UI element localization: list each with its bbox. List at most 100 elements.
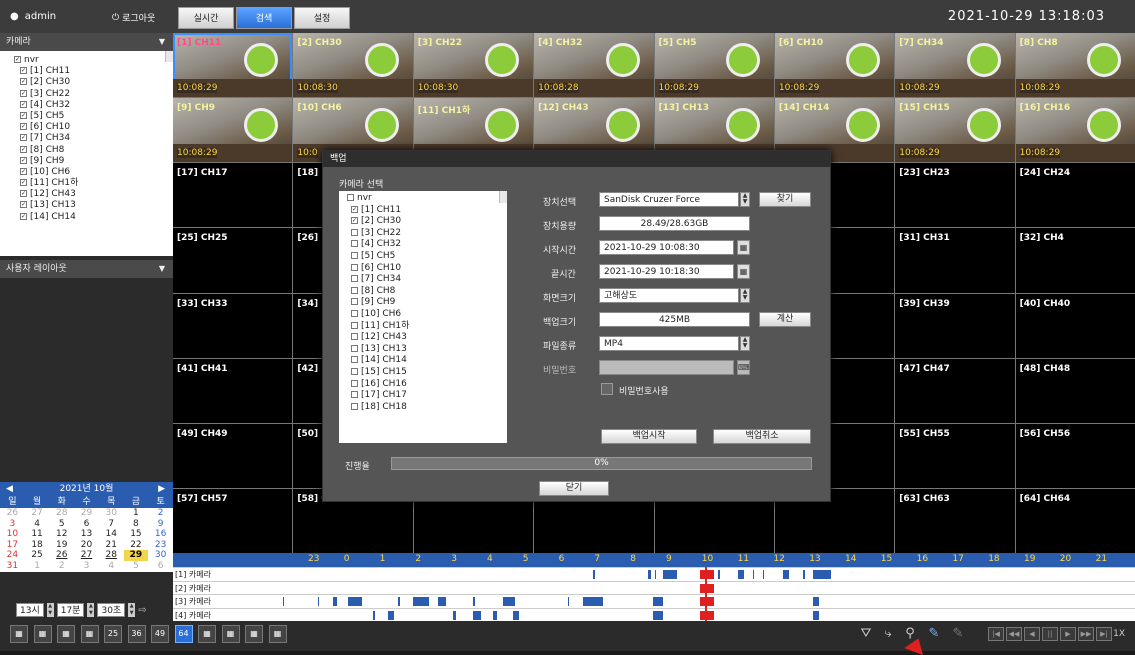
camera-cell[interactable]: [23] CH23 — [895, 163, 1015, 228]
camera-tree-item[interactable]: ✓ [8] CH8 — [14, 145, 173, 156]
camera-cell[interactable]: [2] CH30 10:08:30 — [293, 33, 413, 98]
checkbox-icon[interactable] — [351, 298, 358, 306]
backup-camera-item[interactable]: [7] CH34 — [347, 274, 507, 286]
calendar-day[interactable]: 1 — [25, 561, 50, 572]
calendar-day[interactable]: 11 — [25, 529, 50, 540]
checkbox-icon[interactable]: ✓ — [20, 134, 27, 142]
pause-icon[interactable]: || — [1042, 627, 1058, 641]
checkbox-icon[interactable] — [347, 194, 354, 201]
calendar-day[interactable]: 26 — [49, 550, 74, 561]
go-icon[interactable]: ⇨ — [138, 605, 146, 616]
hour-stepper[interactable]: ▲ ▼ — [46, 603, 54, 617]
calendar-icon[interactable]: ▦ — [737, 240, 750, 255]
rewind-icon[interactable]: ◀◀ — [1006, 627, 1022, 641]
calendar-day[interactable]: 27 — [74, 550, 99, 561]
backup-camera-item[interactable]: [9] CH9 — [347, 297, 507, 309]
camera-cell[interactable]: [6] CH10 10:08:29 — [774, 33, 895, 98]
calendar-day[interactable]: 5 — [124, 561, 149, 572]
backup-camera-item[interactable]: [10] CH6 — [347, 309, 507, 321]
checkbox-icon[interactable] — [351, 240, 358, 248]
camera-cell[interactable]: [64] CH64 — [1015, 488, 1135, 553]
minute-field[interactable]: 17분 — [56, 603, 85, 617]
camera-tree-item[interactable]: ✓ [12] CH43 — [14, 189, 173, 200]
camera-cell[interactable]: [41] CH41 — [173, 358, 293, 423]
camera-cell[interactable]: [8] CH8 10:08:29 — [1015, 33, 1135, 98]
checkbox-icon[interactable] — [351, 379, 358, 387]
calendar-icon[interactable]: ▦ — [737, 264, 750, 279]
camera-cell[interactable]: [33] CH33 — [173, 293, 293, 358]
calendar-day[interactable]: 24 — [0, 550, 25, 561]
collapse-icon[interactable]: ▼ — [159, 260, 165, 278]
checkbox-icon[interactable] — [351, 367, 358, 375]
checkbox-icon[interactable] — [351, 344, 358, 352]
find-button[interactable]: 찾기 — [759, 192, 811, 207]
calendar-day[interactable]: 5 — [49, 519, 74, 530]
camera-cell[interactable]: [47] CH47 — [895, 358, 1015, 423]
camera-cell[interactable]: [40] CH40 — [1015, 293, 1135, 358]
backup-camera-item[interactable]: ✓ [2] CH30 — [347, 216, 507, 228]
layout-button[interactable]: ▦ — [245, 625, 263, 643]
calendar-day[interactable]: 3 — [74, 561, 99, 572]
calendar-day[interactable]: 25 — [25, 550, 50, 561]
calendar-day[interactable]: 21 — [99, 540, 124, 551]
camera-tree-item[interactable]: ✓ [10] CH6 — [14, 167, 173, 178]
camera-cell[interactable]: [63] CH63 — [895, 488, 1015, 553]
step-back-icon[interactable]: ◀ — [1024, 627, 1040, 641]
last-frame-icon[interactable]: ▶| — [1096, 627, 1112, 641]
checkbox-icon[interactable]: ✓ — [351, 205, 358, 213]
calendar-day[interactable]: 4 — [99, 561, 124, 572]
camera-tree-item[interactable]: ✓ [7] CH34 — [14, 133, 173, 144]
camera-cell[interactable]: [16] CH16 10:08:29 — [1015, 98, 1135, 163]
motion-icon[interactable]: ⤷ — [880, 626, 896, 642]
use-password-checkbox[interactable] — [601, 383, 613, 395]
camera-tree-item[interactable]: ✓ [2] CH30 — [14, 77, 173, 88]
checkbox-icon[interactable]: ✓ — [20, 67, 27, 75]
checkbox-icon[interactable]: ✓ — [20, 179, 27, 187]
calendar-day[interactable]: 1 — [124, 508, 149, 519]
calendar-day[interactable]: 28 — [99, 550, 124, 561]
layout-button[interactable]: ▦ — [268, 625, 287, 643]
file-type-stepper[interactable]: ▲ ▼ — [740, 336, 750, 351]
layout-button[interactable]: ▦ — [33, 625, 52, 643]
camera-cell[interactable]: [39] CH39 — [895, 293, 1015, 358]
backup-icon[interactable]: ✎ — [926, 626, 942, 642]
calendar-day[interactable]: 28 — [49, 508, 74, 519]
close-button[interactable]: 닫기 — [539, 481, 609, 496]
calendar-day[interactable]: 6 — [74, 519, 99, 530]
device-select[interactable]: SanDisk Cruzer Force — [599, 192, 739, 207]
tab-settings[interactable]: 설정 — [294, 7, 350, 29]
camera-tree-scrollbar[interactable] — [165, 51, 173, 63]
checkbox-icon[interactable] — [351, 356, 358, 364]
calendar-day[interactable]: 3 — [0, 519, 25, 530]
checkbox-icon[interactable]: ✓ — [20, 100, 27, 108]
checkbox-icon[interactable] — [351, 333, 358, 341]
checkbox-icon[interactable] — [351, 391, 358, 399]
tab-live[interactable]: 실시간 — [178, 7, 234, 29]
camera-list-scrollbar[interactable] — [499, 191, 507, 203]
calendar-day[interactable]: 20 — [74, 540, 99, 551]
start-backup-button[interactable]: 백업시작 — [601, 429, 697, 444]
checkbox-icon[interactable] — [351, 275, 358, 283]
camera-cell[interactable]: [57] CH57 — [173, 488, 293, 553]
checkbox-icon[interactable]: ✓ — [20, 190, 27, 198]
backup-camera-item[interactable]: [8] CH8 — [347, 286, 507, 298]
backup-camera-item[interactable]: [15] CH15 — [347, 367, 507, 379]
camera-cell[interactable]: [4] CH32 10:08:28 — [534, 33, 654, 98]
calendar-day[interactable]: 26 — [0, 508, 25, 519]
backup-camera-item[interactable]: [13] CH13 — [347, 344, 507, 356]
tab-search[interactable]: 검색 — [236, 7, 292, 29]
device-stepper[interactable]: ▲ ▼ — [740, 192, 750, 207]
camera-tree-item[interactable]: ✓ [5] CH5 — [14, 111, 173, 122]
checkbox-icon[interactable] — [351, 251, 358, 259]
camera-cell[interactable]: [15] CH15 10:08:29 — [895, 98, 1015, 163]
backup-camera-item[interactable]: [6] CH10 — [347, 263, 507, 275]
calendar-day[interactable]: 17 — [0, 540, 25, 551]
camera-tree-item[interactable]: ✓ [6] CH10 — [14, 122, 173, 133]
interval-field[interactable]: 30초 — [97, 603, 126, 617]
camera-cell[interactable]: [31] CH31 — [895, 228, 1015, 293]
layout-button[interactable]: 36 — [127, 625, 146, 643]
calendar-day[interactable]: 30 — [148, 550, 173, 561]
calendar-day[interactable]: 16 — [148, 529, 173, 540]
tag-icon[interactable]: ✎ — [950, 626, 966, 642]
checkbox-icon[interactable]: ✓ — [20, 212, 27, 220]
